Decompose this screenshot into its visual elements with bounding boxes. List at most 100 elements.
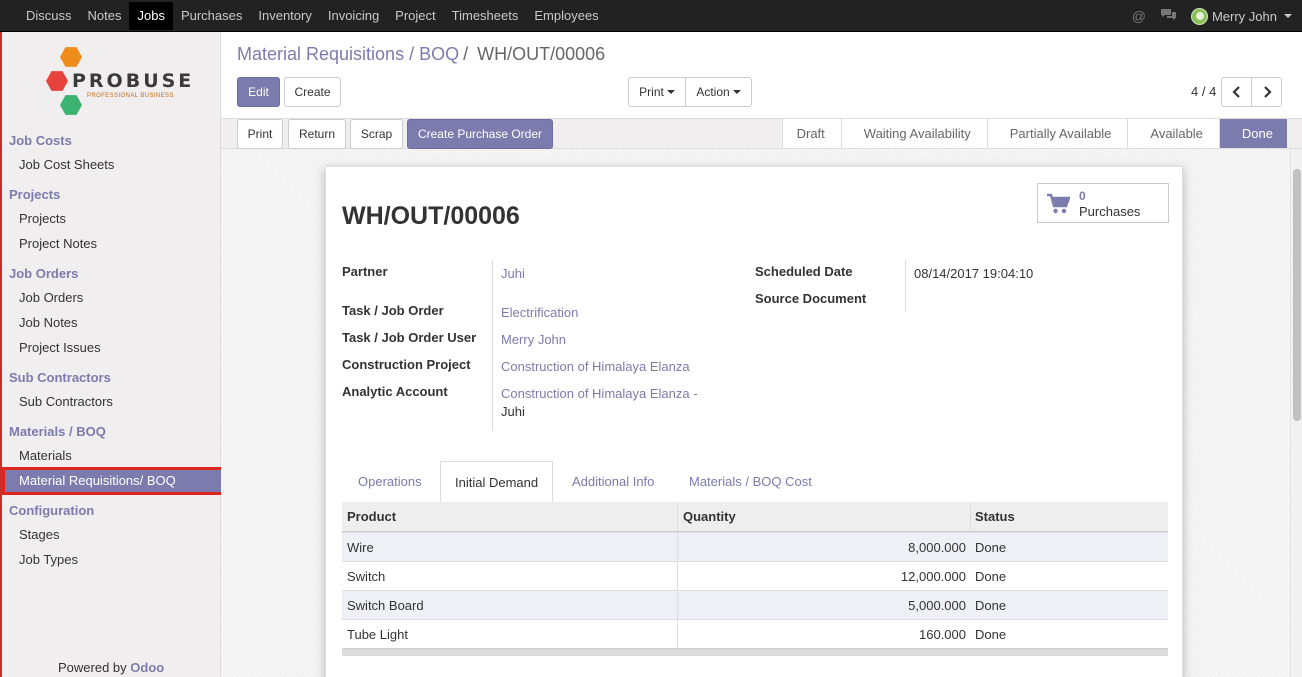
- breadcrumb-separator: /: [463, 44, 469, 64]
- breadcrumb-current: WH/OUT/00006: [477, 44, 606, 64]
- sidebar-item-project-notes[interactable]: Project Notes: [19, 236, 97, 251]
- sidebar-item-job-notes[interactable]: Job Notes: [19, 315, 78, 330]
- menu-invoicing[interactable]: Invoicing: [320, 2, 387, 30]
- powered-by-prefix: Powered by: [58, 660, 127, 675]
- table-row[interactable]: Wire 8,000.000 Done: [342, 532, 1168, 561]
- avatar: [1190, 7, 1208, 25]
- user-name: Merry John: [1211, 8, 1277, 24]
- notebook-tabs: Operations Initial Demand Additional Inf…: [342, 461, 1168, 504]
- sidebar-section-materials-boq[interactable]: Materials / BOQ: [9, 424, 106, 439]
- sidebar-item-material-requisitions[interactable]: Material Requisitions/ BOQ: [2, 467, 224, 495]
- analytic-account-value-line2: Juhi: [501, 404, 525, 419]
- purchases-smart-button[interactable]: 0 Purchases: [1037, 183, 1169, 223]
- tab-materials-boq-cost[interactable]: Materials / BOQ Cost: [689, 461, 812, 503]
- app-menu: Discuss Notes Jobs Purchases Inventory I…: [0, 0, 607, 32]
- top-navbar: Discuss Notes Jobs Purchases Inventory I…: [0, 0, 1302, 32]
- create-purchase-order-button[interactable]: Create Purchase Order: [407, 119, 553, 149]
- chevron-down-icon: [1284, 14, 1292, 18]
- task-user-value[interactable]: Merry John: [501, 332, 566, 347]
- user-menu[interactable]: Merry John: [1190, 7, 1292, 25]
- task-label: Task / Job Order: [342, 303, 444, 318]
- sidebar-item-job-types[interactable]: Job Types: [19, 552, 78, 567]
- cell-product: Wire: [342, 533, 678, 561]
- partner-value[interactable]: Juhi: [501, 266, 525, 281]
- initial-demand-table: Product Quantity Status Wire 8,000.000 D…: [342, 502, 1168, 656]
- cell-quantity: 12,000.000: [900, 569, 966, 584]
- powered-by: Powered by Odoo: [58, 660, 164, 675]
- stage-done[interactable]: Done: [1218, 119, 1287, 148]
- menu-purchases[interactable]: Purchases: [173, 2, 250, 30]
- sidebar-section-job-orders[interactable]: Job Orders: [9, 266, 78, 281]
- cell-product: Tube Light: [342, 620, 678, 648]
- scrap-button[interactable]: Scrap: [350, 119, 403, 149]
- table-row[interactable]: Switch 12,000.000 Done: [342, 561, 1168, 590]
- menu-discuss[interactable]: Discuss: [18, 2, 80, 30]
- sidebar-item-projects[interactable]: Projects: [19, 211, 66, 226]
- chevron-left-icon: [1231, 86, 1240, 98]
- menu-employees[interactable]: Employees: [526, 2, 606, 30]
- tab-initial-demand[interactable]: Initial Demand: [440, 461, 554, 504]
- stage-available[interactable]: Available: [1127, 119, 1219, 148]
- pager-next-button[interactable]: [1251, 77, 1282, 107]
- sidebar-section-sub-contractors[interactable]: Sub Contractors: [9, 370, 111, 385]
- menu-notes[interactable]: Notes: [80, 2, 130, 30]
- source-document-label: Source Document: [755, 291, 867, 306]
- action-dropdown[interactable]: Action: [685, 77, 752, 107]
- task-user-label: Task / Job Order User: [342, 330, 477, 345]
- menu-timesheets[interactable]: Timesheets: [444, 2, 527, 30]
- cell-status: Done: [975, 540, 1007, 555]
- sidebar-item-project-issues[interactable]: Project Issues: [19, 340, 101, 355]
- table-header: Product Quantity Status: [342, 502, 1168, 532]
- field-divider-left: [492, 260, 493, 431]
- stage-partially-available[interactable]: Partially Available: [986, 119, 1128, 148]
- chevron-down-icon: [732, 90, 741, 94]
- sidebar-item-job-cost-sheets[interactable]: Job Cost Sheets: [19, 157, 114, 172]
- menu-project[interactable]: Project: [387, 2, 443, 30]
- sidebar-item-job-orders[interactable]: Job Orders: [19, 290, 83, 305]
- logo-hex-green: [60, 95, 82, 115]
- analytic-account-value[interactable]: Construction of Himalaya Elanza -: [501, 386, 698, 401]
- breadcrumb: Material Requisitions / BOQ / WH/OUT/0000…: [237, 44, 605, 65]
- pager-previous-button[interactable]: [1221, 77, 1252, 107]
- edit-button[interactable]: Edit: [237, 77, 280, 107]
- stage-draft[interactable]: Draft: [781, 119, 841, 148]
- table-row[interactable]: Switch Board 5,000.000 Done: [342, 590, 1168, 619]
- construction-project-label: Construction Project: [342, 357, 471, 372]
- scrollbar[interactable]: [1290, 149, 1302, 677]
- purchases-label: Purchases: [1079, 204, 1141, 219]
- at-mention-icon[interactable]: @: [1132, 8, 1146, 24]
- sidebar-item-sub-contractors[interactable]: Sub Contractors: [19, 394, 113, 409]
- tab-operations[interactable]: Operations: [358, 461, 422, 503]
- sidebar-section-configuration[interactable]: Configuration: [9, 503, 94, 518]
- status-bar: Print Return Scrap Create Purchase Order…: [221, 118, 1302, 149]
- scrollbar-thumb[interactable]: [1293, 169, 1301, 421]
- sidebar-item-stages[interactable]: Stages: [19, 527, 59, 542]
- menu-jobs[interactable]: Jobs: [129, 1, 173, 30]
- print-button[interactable]: Print: [237, 119, 283, 149]
- stage-waiting-availability[interactable]: Waiting Availability: [840, 119, 987, 148]
- logo-wordmark: PROBUSE: [72, 70, 195, 92]
- logo-hex-red: [46, 71, 68, 91]
- chat-bubbles-icon[interactable]: [1160, 8, 1177, 25]
- stage-pipeline: Draft Waiting Availability Partially Ava…: [781, 119, 1287, 148]
- sidebar-section-job-costs[interactable]: Job Costs: [9, 133, 72, 148]
- column-product[interactable]: Product: [342, 502, 678, 531]
- tab-additional-info[interactable]: Additional Info: [572, 461, 654, 503]
- return-button[interactable]: Return: [288, 119, 346, 149]
- cell-status: Done: [975, 598, 1007, 613]
- column-quantity[interactable]: Quantity: [678, 502, 971, 531]
- topbar-right: @ Merry John: [1132, 0, 1292, 32]
- task-value[interactable]: Electrification: [501, 305, 578, 320]
- column-status[interactable]: Status: [971, 502, 1168, 531]
- print-dropdown[interactable]: Print: [628, 77, 686, 107]
- pager-value: 4 / 4: [1191, 84, 1217, 99]
- sidebar-item-materials[interactable]: Materials: [19, 448, 72, 463]
- construction-project-value[interactable]: Construction of Himalaya Elanza: [501, 359, 690, 374]
- table-row[interactable]: Tube Light 160.000 Done: [342, 619, 1168, 648]
- cell-product: Switch: [342, 562, 678, 590]
- sidebar-section-projects[interactable]: Projects: [9, 187, 60, 202]
- breadcrumb-parent[interactable]: Material Requisitions / BOQ: [237, 44, 459, 64]
- menu-inventory[interactable]: Inventory: [250, 2, 319, 30]
- create-button[interactable]: Create: [284, 77, 341, 107]
- odoo-link[interactable]: Odoo: [130, 660, 164, 675]
